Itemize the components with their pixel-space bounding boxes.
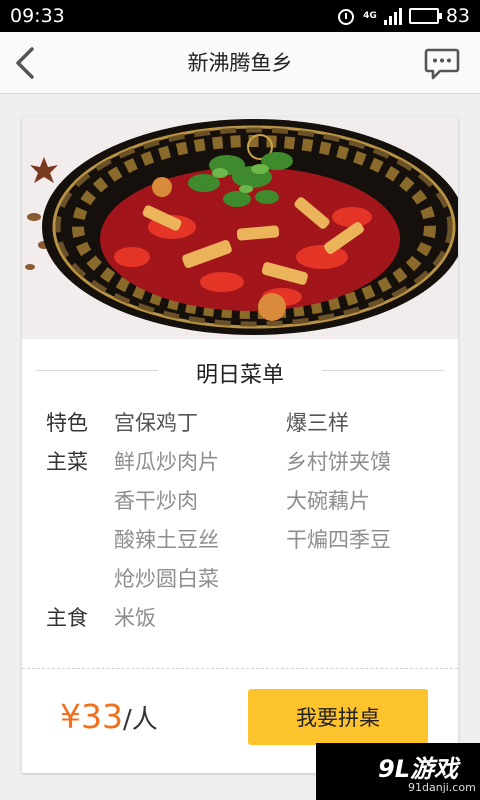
price-amount: ¥33 [60,697,123,736]
menu-item: 宫保鸡丁 [114,411,198,435]
menu-item: 酸辣土豆丝 [114,528,219,552]
menu-item: 米饭 [114,606,156,630]
specialty-label: 特色 [46,411,88,435]
price-per-person: ¥33/人 [60,697,158,741]
alarm-icon [336,6,356,26]
battery-icon [408,8,442,24]
app-header: 新沸腾鱼乡 [0,32,480,94]
menu-heading: 明日菜单 [22,353,458,388]
signal-icon [383,7,402,25]
dish-photo [22,117,458,339]
battery-level: 83 [445,5,470,27]
menu-item: 香干炒肉 [114,489,198,513]
status-icons: 4G 83 [336,4,470,28]
join-table-button[interactable]: 我要拼桌 [248,689,428,745]
price-unit: /人 [123,705,158,735]
staple-label: 主食 [46,606,88,630]
watermark-url: 91danji.com [408,781,476,794]
site-watermark: 9L游戏 91danji.com [316,743,480,800]
menu-item: 爆三样 [286,411,349,435]
watermark-logo: 9L游戏 [378,755,458,783]
menu-card: 明日菜单 特色 宫保鸡丁 爆三样 主菜 鲜瓜炒肉片 乡村饼夹馍 香干炒肉 大碗藕… [22,117,458,773]
menu-title: 明日菜单 [195,363,284,388]
menu-item: 炝炒圆白菜 [114,567,219,591]
menu-item: 乡村饼夹馍 [286,450,391,474]
chat-icon[interactable] [424,47,460,81]
status-bar: 09:33 4G 83 [0,0,480,32]
dashed-divider [22,668,458,669]
page-title: 新沸腾鱼乡 [187,51,293,75]
network-type: 4G [363,11,377,21]
menu-item: 干煸四季豆 [286,528,391,552]
main-dishes-label: 主菜 [46,450,88,474]
menu-item: 大碗藕片 [286,489,370,513]
menu-item: 鲜瓜炒肉片 [114,450,219,474]
status-time: 09:33 [10,5,65,27]
heading-divider-right [322,370,444,371]
